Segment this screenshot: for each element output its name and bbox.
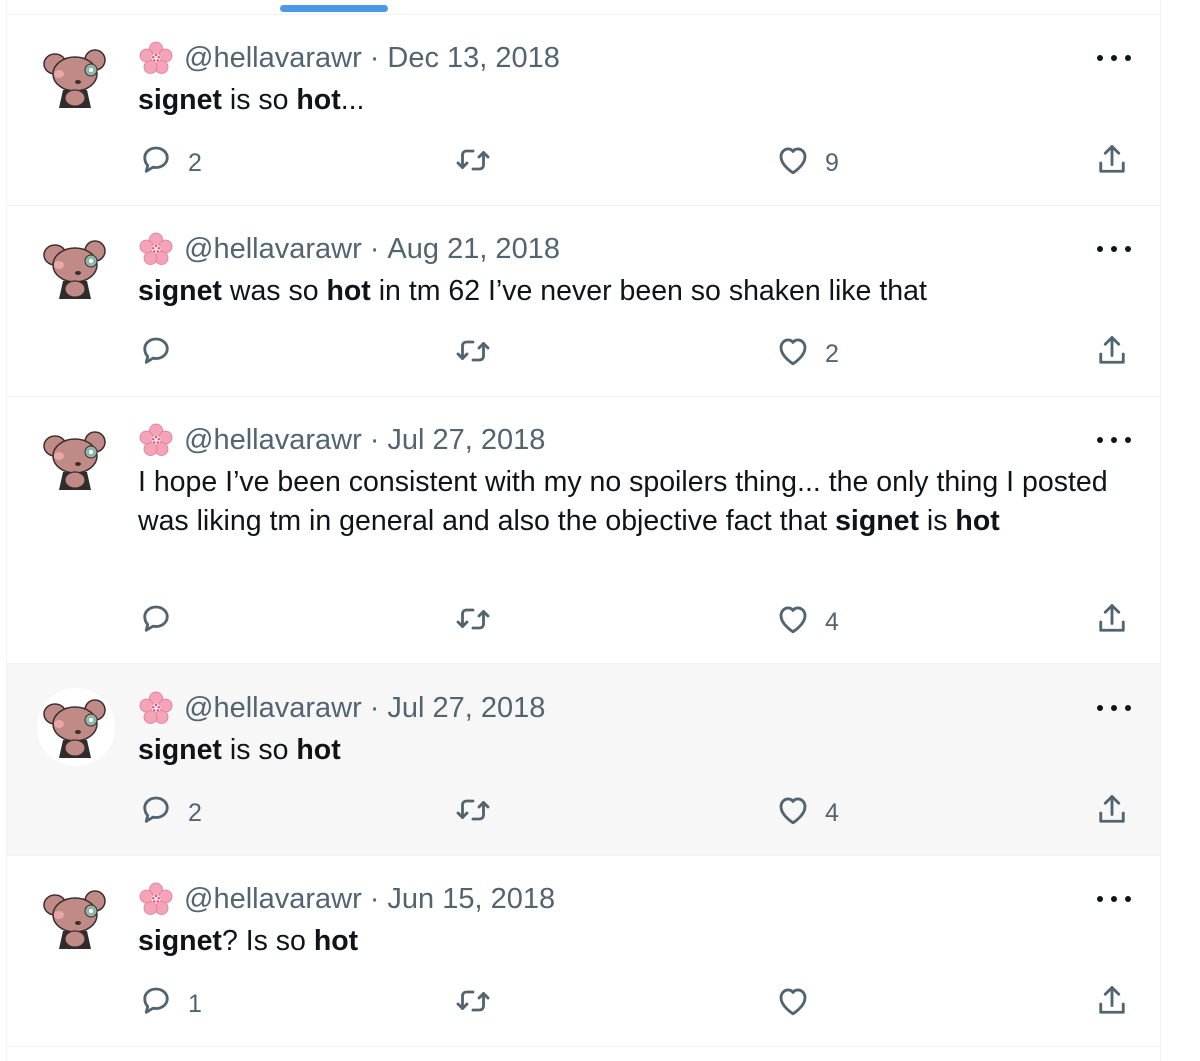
separator: · [369, 41, 380, 74]
retweet-button[interactable] [455, 602, 505, 642]
retweet-button[interactable] [455, 984, 505, 1024]
tweet[interactable]: @hellavarawr · Jul 27, 2018 signet is so… [7, 664, 1160, 856]
share-button[interactable] [1094, 602, 1130, 642]
tweet-date[interactable]: Jun 15, 2018 [387, 883, 555, 916]
tweet-date[interactable]: Aug 21, 2018 [387, 233, 560, 266]
share-icon [1094, 983, 1130, 1026]
retweet-icon [455, 792, 491, 835]
like-count: 9 [825, 148, 839, 177]
cherry-blossom-icon [138, 690, 174, 726]
cherry-blossom-icon [138, 422, 174, 458]
share-icon [1094, 333, 1130, 376]
reply-button[interactable]: 2 [138, 143, 202, 183]
tweet-date[interactable]: Dec 13, 2018 [387, 42, 560, 75]
tab-indicator [280, 5, 388, 12]
more-icon[interactable] [1097, 241, 1131, 257]
like-icon [775, 142, 811, 185]
like-icon [775, 601, 811, 644]
author-handle[interactable]: @hellavarawr [184, 233, 362, 266]
tweet[interactable]: @hellavarawr · Aug 21, 2018 signet was s… [7, 206, 1160, 397]
avatar[interactable] [37, 229, 115, 307]
tweet-header: @hellavarawr · Jul 27, 2018 [138, 422, 545, 458]
reply-count: 2 [188, 798, 202, 827]
reply-icon [138, 601, 174, 644]
tweet-text: signet is so hot [138, 734, 341, 766]
tweet-header: @hellavarawr · Dec 13, 2018 [138, 40, 560, 76]
more-icon[interactable] [1097, 891, 1131, 907]
like-icon [775, 792, 811, 835]
author-handle[interactable]: @hellavarawr [184, 42, 362, 75]
like-count: 4 [825, 798, 839, 827]
avatar[interactable] [37, 879, 115, 957]
reply-icon [138, 983, 174, 1026]
retweet-button[interactable] [455, 334, 505, 374]
retweet-icon [455, 983, 491, 1026]
tweet[interactable]: @hellavarawr · Dec 13, 2018 signet is so… [7, 15, 1160, 206]
like-button[interactable]: 4 [775, 602, 839, 642]
separator: · [369, 882, 380, 915]
cherry-blossom-icon [138, 40, 174, 76]
retweet-button[interactable] [455, 143, 505, 183]
share-button[interactable] [1094, 984, 1130, 1024]
tweet-text: signet was so hot in tm 62 I’ve never be… [138, 275, 927, 307]
tweet[interactable]: @hellavarawr · Jul 27, 2018 I hope I’ve … [7, 397, 1160, 664]
retweet-icon [455, 601, 491, 644]
author-handle[interactable]: @hellavarawr [184, 883, 362, 916]
retweet-button[interactable] [455, 793, 505, 833]
cherry-blossom-icon [138, 881, 174, 917]
tweet-text: signet is so hot... [138, 84, 365, 116]
reply-icon [138, 792, 174, 835]
avatar[interactable] [37, 420, 115, 498]
reply-button[interactable]: 1 [138, 984, 202, 1024]
retweet-icon [455, 333, 491, 376]
tweet[interactable]: @hellavarawr · Jun 15, 2018 signet? Is s… [7, 856, 1160, 1047]
tweet-text: I hope I’ve been consistent with my no s… [138, 466, 1108, 537]
reply-icon [138, 333, 174, 376]
like-icon [775, 983, 811, 1026]
reply-button[interactable]: 2 [138, 793, 202, 833]
like-button[interactable] [775, 984, 825, 1024]
avatar[interactable] [37, 38, 115, 116]
tweet-header: @hellavarawr · Aug 21, 2018 [138, 231, 560, 267]
reply-count: 2 [188, 148, 202, 177]
reply-count: 1 [188, 989, 202, 1018]
retweet-icon [455, 142, 491, 185]
share-icon [1094, 792, 1130, 835]
like-button[interactable]: 2 [775, 334, 839, 374]
separator: · [369, 232, 380, 265]
tweet-header: @hellavarawr · Jul 27, 2018 [138, 690, 545, 726]
author-handle[interactable]: @hellavarawr [184, 692, 362, 725]
tweet-date[interactable]: Jul 27, 2018 [387, 424, 545, 457]
reply-button[interactable] [138, 334, 188, 374]
like-button[interactable]: 9 [775, 143, 839, 183]
share-button[interactable] [1094, 143, 1130, 183]
reply-button[interactable] [138, 602, 188, 642]
author-handle[interactable]: @hellavarawr [184, 424, 362, 457]
like-button[interactable]: 4 [775, 793, 839, 833]
separator: · [369, 691, 380, 724]
more-icon[interactable] [1097, 432, 1131, 448]
share-button[interactable] [1094, 793, 1130, 833]
cherry-blossom-icon [138, 231, 174, 267]
share-icon [1094, 601, 1130, 644]
tweet-header: @hellavarawr · Jun 15, 2018 [138, 881, 555, 917]
like-icon [775, 333, 811, 376]
like-count: 2 [825, 339, 839, 368]
reply-icon [138, 142, 174, 185]
tweet-date[interactable]: Jul 27, 2018 [387, 692, 545, 725]
separator: · [369, 423, 380, 456]
tweet-text: signet? Is so hot [138, 925, 359, 957]
like-count: 4 [825, 607, 839, 636]
more-icon[interactable] [1097, 700, 1131, 716]
share-icon [1094, 142, 1130, 185]
more-icon[interactable] [1097, 50, 1131, 66]
avatar[interactable] [37, 688, 115, 766]
share-button[interactable] [1094, 334, 1130, 374]
